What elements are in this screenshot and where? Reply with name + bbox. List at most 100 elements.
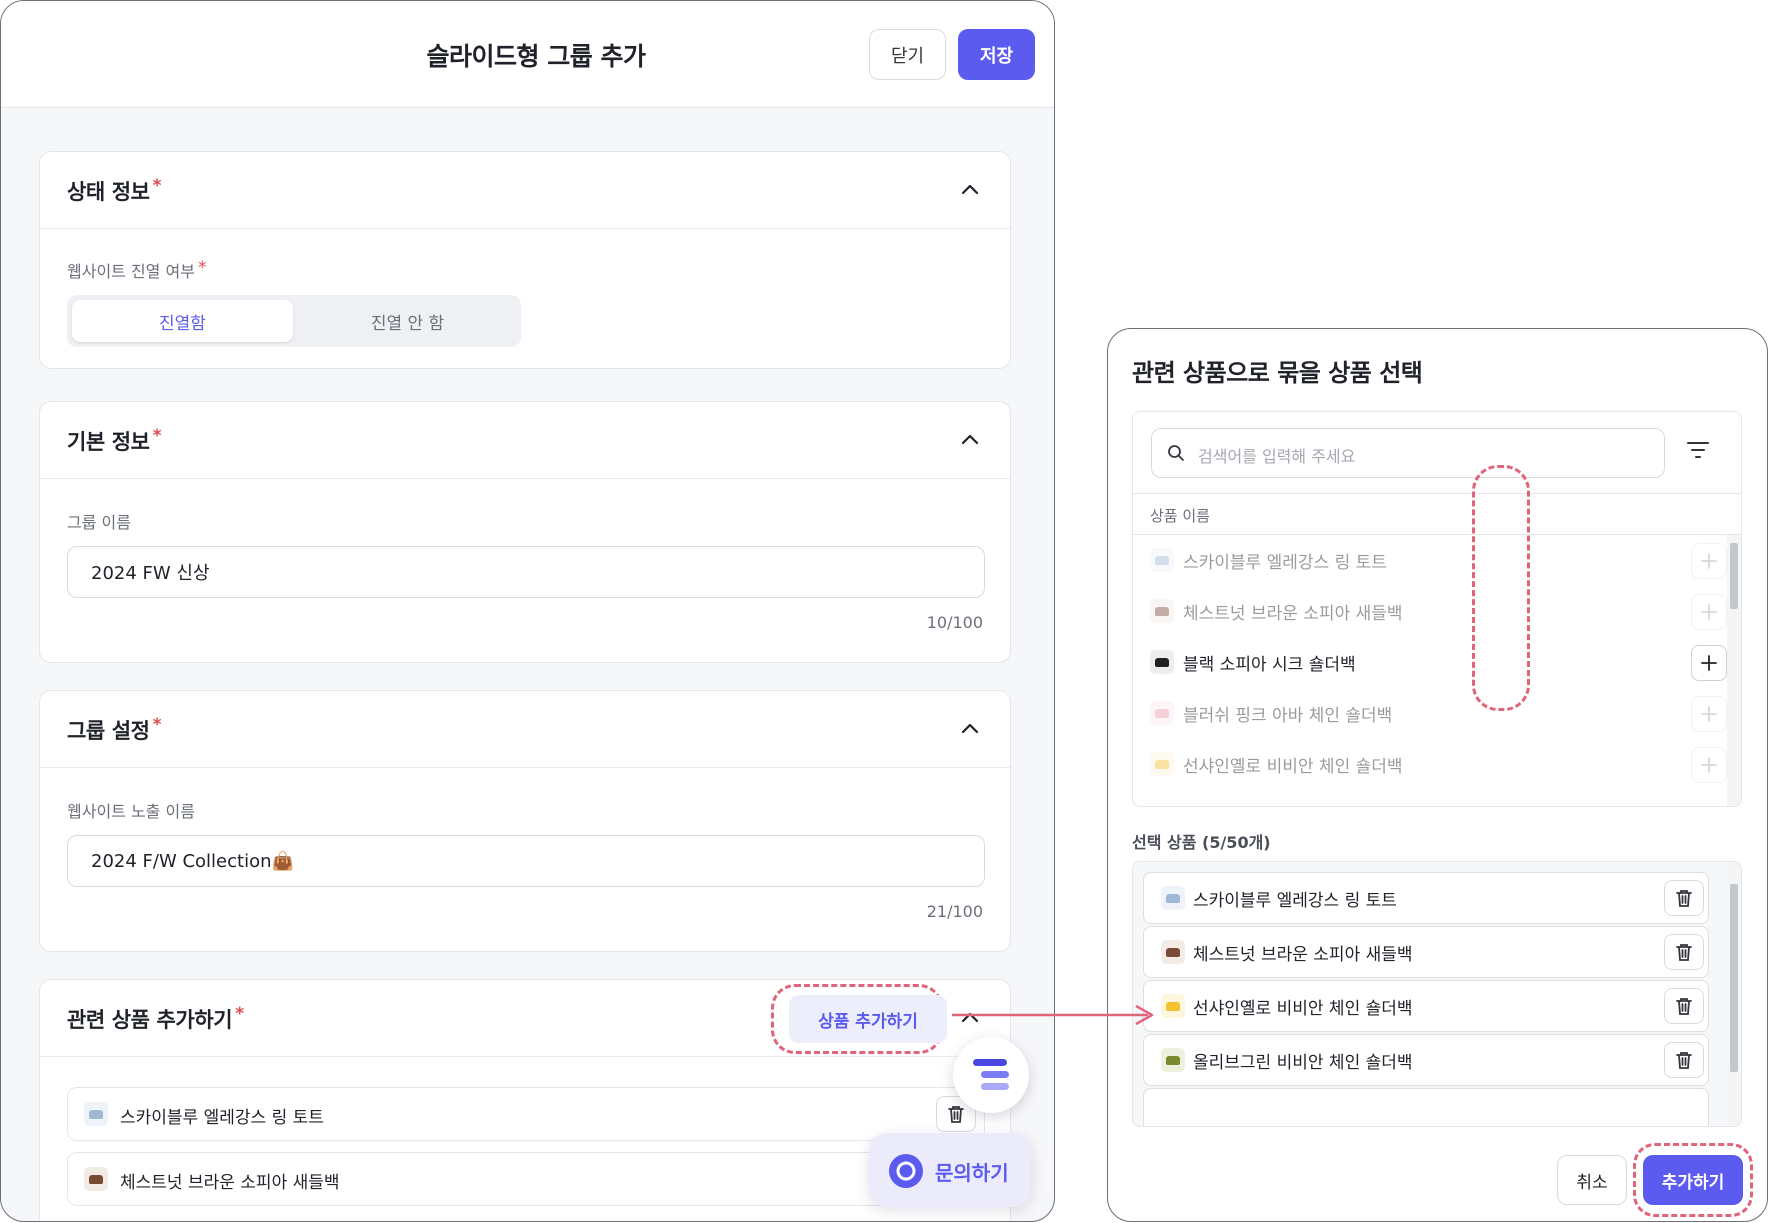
- plus-icon: [1701, 604, 1717, 620]
- product-thumbnail: [1150, 701, 1174, 725]
- product-thumbnail: [1150, 650, 1174, 674]
- field-label: 웹사이트 진열 여부 *: [67, 258, 207, 281]
- char-counter: 21/100: [926, 902, 983, 921]
- section-title: 그룹 설정 *: [67, 715, 162, 743]
- inquiry-label: 문의하기: [935, 1161, 1009, 1185]
- column-header: 상품 이름: [1133, 493, 1741, 535]
- editor-header: 슬라이드형 그룹 추가 닫기 저장: [1, 1, 1054, 108]
- selected-item: 스카이블루 엘레강스 링 토트: [1143, 872, 1709, 924]
- basic-section: 기본 정보 * 그룹 이름 2024 FW 신상 10/100: [39, 401, 1011, 663]
- chevron-up-icon[interactable]: [960, 719, 980, 739]
- product-thumbnail: [1150, 548, 1174, 572]
- trash-icon: [1676, 998, 1692, 1015]
- cancel-button[interactable]: 취소: [1557, 1155, 1627, 1205]
- char-counter: 10/100: [926, 613, 983, 632]
- product-thumbnail: [84, 1167, 108, 1191]
- list-item: 스카이블루 엘레강스 링 토트: [67, 1087, 985, 1141]
- product-name: 체스트넛 브라운 소피아 새들백: [1183, 604, 1403, 624]
- group-name-label: 그룹 이름: [67, 513, 131, 532]
- search-icon: [1168, 445, 1184, 461]
- product-name: 선샤인옐로 비비안 체인 숄더백: [1183, 757, 1403, 777]
- section-title: 상태 정보 *: [67, 176, 162, 204]
- group-name-input[interactable]: 2024 FW 신상: [67, 546, 985, 598]
- status-section: 상태 정보 * 웹사이트 진열 여부 * 진열함 진열 안 함: [39, 151, 1011, 369]
- plus-icon: [1701, 706, 1717, 722]
- product-list-box: 검색어를 입력해 주세요 상품 이름 스카이블루 엘레강스 링 토트 체스트넛 …: [1132, 411, 1742, 807]
- menu-icon: [973, 1059, 1009, 1090]
- settings-section: 그룹 설정 * 웹사이트 노출 이름 2024 F/W Collection👜 2…: [39, 690, 1011, 952]
- product-thumbnail: [1161, 940, 1185, 964]
- add-item-button[interactable]: [1691, 543, 1727, 579]
- delete-button[interactable]: [1664, 1042, 1704, 1078]
- add-item-button[interactable]: [1691, 645, 1727, 681]
- status-section-header[interactable]: 상태 정보 *: [40, 152, 1010, 229]
- display-off-option[interactable]: 진열 안 함: [299, 300, 516, 342]
- chevron-up-icon[interactable]: [960, 430, 980, 450]
- add-item-button[interactable]: [1691, 594, 1727, 630]
- exposure-name-input[interactable]: 2024 F/W Collection👜: [67, 835, 985, 887]
- list-item[interactable]: 선샤인옐로 비비안 체인 숄더백: [1133, 739, 1727, 790]
- trash-icon: [1676, 944, 1692, 961]
- related-section: 관련 상품 추가하기 * 상품 추가하기 스카이블루 엘레강스 링 토트 체스트넛…: [39, 979, 1011, 1221]
- display-on-option[interactable]: 진열함: [72, 300, 293, 342]
- selected-item: 체스트넛 브라운 소피아 새들백: [1143, 926, 1709, 978]
- inquiry-button[interactable]: 문의하기: [869, 1133, 1031, 1207]
- group-editor-panel: 슬라이드형 그룹 추가 닫기 저장 상태 정보 * 웹사이트 진열 여부 * 진열함…: [0, 0, 1055, 1222]
- product-picker-modal: 관련 상품으로 묶을 상품 선택 검색어를 입력해 주세요 상품 이름 스카이블…: [1107, 328, 1768, 1222]
- product-name: 블러쉬 핑크 아바 체인 숄더백: [1183, 706, 1393, 726]
- scrollbar[interactable]: [1727, 862, 1741, 1126]
- product-thumbnail: [1161, 886, 1185, 910]
- product-name: 블랙 소피아 시크 숄더백: [1183, 655, 1356, 675]
- list-item[interactable]: 블랙 소피아 시크 숄더백: [1133, 637, 1727, 688]
- search-input[interactable]: 검색어를 입력해 주세요: [1151, 428, 1665, 478]
- close-button[interactable]: 닫기: [869, 29, 946, 80]
- chevron-up-icon[interactable]: [960, 1008, 980, 1028]
- add-button[interactable]: 추가하기: [1643, 1155, 1743, 1205]
- product-name: 체스트넛 브라운 소피아 새들백: [1193, 945, 1413, 965]
- delete-button[interactable]: [1664, 880, 1704, 916]
- plus-icon: [1701, 553, 1717, 569]
- scrollbar[interactable]: [1727, 535, 1741, 806]
- trash-icon: [1676, 890, 1692, 907]
- list-item[interactable]: 블러쉬 핑크 아바 체인 숄더백: [1133, 688, 1727, 739]
- required-mark: *: [152, 176, 162, 196]
- product-thumbnail: [84, 1102, 108, 1126]
- list-item[interactable]: 체스트넛 브라운 소피아 새들백: [1133, 586, 1727, 637]
- menu-fab-button[interactable]: [953, 1037, 1029, 1113]
- filter-icon[interactable]: [1687, 441, 1709, 459]
- add-item-button[interactable]: [1691, 747, 1727, 783]
- add-product-button[interactable]: 상품 추가하기: [789, 995, 947, 1043]
- highlight-outline: [1472, 465, 1530, 711]
- add-item-button[interactable]: [1691, 696, 1727, 732]
- section-title: 관련 상품 추가하기 *: [67, 1004, 244, 1032]
- save-button[interactable]: 저장: [958, 29, 1035, 80]
- product-name: 올리브그린 비비안 체인 숄더백: [1193, 1053, 1413, 1073]
- selected-count-label: 선택 상품 (5/50개): [1132, 833, 1271, 852]
- selected-item: [1143, 1088, 1709, 1126]
- product-name: 스카이블루 엘레강스 링 토트: [1183, 553, 1387, 573]
- chevron-up-icon[interactable]: [960, 180, 980, 200]
- product-thumbnail: [1161, 994, 1185, 1018]
- list-item[interactable]: 스카이블루 엘레강스 링 토트: [1133, 535, 1727, 586]
- product-name: 스카이블루 엘레강스 링 토트: [1193, 891, 1397, 911]
- trash-icon: [1676, 1052, 1692, 1069]
- selected-products-box: 스카이블루 엘레강스 링 토트 체스트넛 브라운 소피아 새들백 선샤인옐로 비…: [1132, 861, 1742, 1127]
- trash-icon: [948, 1106, 964, 1123]
- delete-button[interactable]: [1664, 988, 1704, 1024]
- display-toggle: 진열함 진열 안 함: [67, 295, 521, 347]
- list-item: 체스트넛 브라운 소피아 새들백: [67, 1152, 985, 1206]
- basic-section-header[interactable]: 기본 정보 *: [40, 402, 1010, 479]
- modal-title: 관련 상품으로 묶을 상품 선택: [1132, 359, 1423, 387]
- plus-icon: [1701, 757, 1717, 773]
- scrollbar-thumb[interactable]: [1730, 884, 1738, 1072]
- product-thumbnail: [1161, 1048, 1185, 1072]
- exposure-name-label: 웹사이트 노출 이름: [67, 802, 195, 821]
- selected-item: 올리브그린 비비안 체인 숄더백: [1143, 1034, 1709, 1086]
- plus-icon: [1701, 655, 1717, 671]
- chat-icon: [889, 1154, 923, 1188]
- product-name: 선샤인옐로 비비안 체인 숄더백: [1193, 999, 1413, 1019]
- settings-section-header[interactable]: 그룹 설정 *: [40, 691, 1010, 768]
- scrollbar-thumb[interactable]: [1730, 543, 1738, 609]
- product-thumbnail: [1150, 752, 1174, 776]
- delete-button[interactable]: [1664, 934, 1704, 970]
